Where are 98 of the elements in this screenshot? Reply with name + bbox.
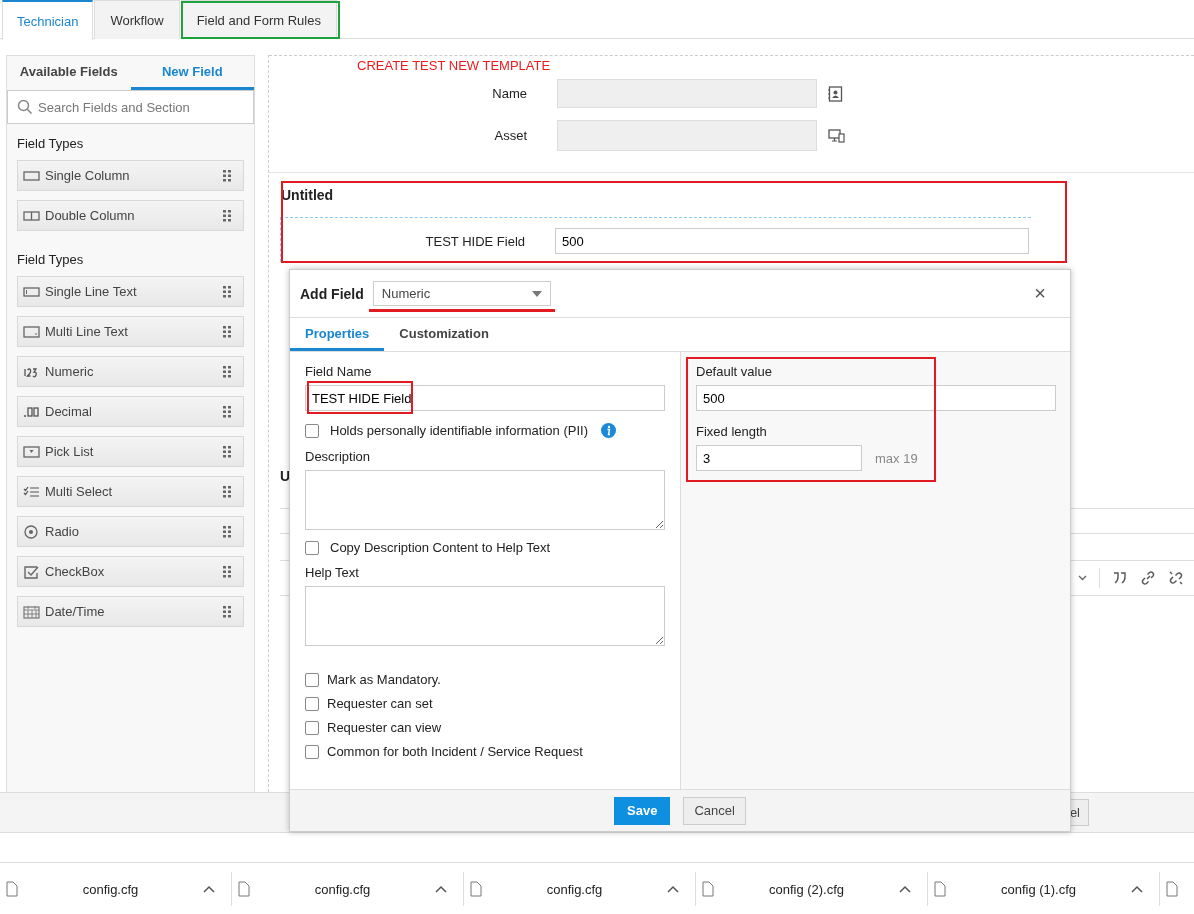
checkbox-label: Requester can set <box>327 696 433 711</box>
drag-handle-icon[interactable] <box>223 605 231 618</box>
drag-handle-icon[interactable] <box>223 365 231 378</box>
search-icon <box>17 99 33 115</box>
drag-handle-icon[interactable] <box>223 325 231 338</box>
file-icon <box>934 881 946 897</box>
checkbox-label: Requester can view <box>327 720 442 735</box>
unlink-icon[interactable] <box>1168 570 1184 586</box>
tab[interactable]: Workflow <box>94 0 180 39</box>
drag-handle-icon[interactable] <box>223 285 231 298</box>
dialog-tab[interactable]: Properties <box>290 318 385 351</box>
field-label: Help Text <box>305 565 360 580</box>
file-icon <box>238 881 250 897</box>
field-label: Name <box>491 86 527 101</box>
field-type-item[interactable]: Radio <box>17 516 244 547</box>
download-item[interactable]: config (2).cfg <box>696 872 928 906</box>
checkbox-label: Mark as Mandatory. <box>327 672 441 687</box>
field-label: Asset <box>493 128 527 143</box>
field-name-input[interactable]: TEST HIDE Field <box>305 385 665 411</box>
group-heading: Field Types <box>17 135 85 153</box>
contact-card-icon[interactable] <box>828 85 843 102</box>
monitor-icon[interactable] <box>828 128 845 143</box>
chevron-up-icon[interactable] <box>667 885 679 893</box>
chevron-up-icon[interactable] <box>203 885 215 893</box>
multiselect-icon <box>23 484 41 499</box>
checkbox-label: Common for both Incident / Service Request <box>327 744 583 759</box>
download-item[interactable]: config (1).cfg <box>928 872 1160 906</box>
checkbox[interactable] <box>305 423 319 438</box>
dropdown-arrow-icon <box>531 290 542 297</box>
search-field[interactable]: Search Fields and Section <box>7 90 254 124</box>
info-icon[interactable] <box>600 423 616 438</box>
field-type-item[interactable]: Multi Select <box>17 476 244 507</box>
input-field[interactable]: 500 <box>555 228 1029 254</box>
field-label: Description <box>305 449 372 464</box>
field-type-item[interactable]: Single Line Text <box>17 276 244 307</box>
field-type-item[interactable]: Double Column <box>17 200 244 231</box>
file-icon <box>6 881 18 897</box>
singleline-icon <box>23 284 41 299</box>
field-type-item[interactable]: Numeric <box>17 356 244 387</box>
doublecol-icon <box>23 208 41 223</box>
checkbox-icon <box>23 564 41 579</box>
checkbox-label: Holds personally identifiable information (PII) <box>330 423 588 438</box>
checkbox-label: Copy Description Content to Help Text <box>330 540 551 555</box>
chevron-up-icon[interactable] <box>435 885 447 893</box>
field-type-item[interactable]: Single Column <box>17 160 244 191</box>
default-value-input[interactable]: 500 <box>696 385 1056 411</box>
checkbox[interactable] <box>305 744 319 759</box>
section-title: Untitled <box>280 187 335 205</box>
quote-icon[interactable] <box>1112 571 1128 585</box>
input-field[interactable] <box>557 120 817 151</box>
checkbox[interactable] <box>305 672 319 687</box>
group-heading: Field Types <box>17 251 85 269</box>
drag-handle-icon[interactable] <box>223 405 231 418</box>
field-type-item[interactable]: Multi Line Text <box>17 316 244 347</box>
download-item[interactable]: config.cfg <box>232 872 464 906</box>
field-label: Fixed length <box>696 424 768 439</box>
chevron-up-icon[interactable] <box>1131 885 1143 893</box>
dialog-title: Add Field <box>300 285 364 302</box>
link-icon[interactable] <box>1140 570 1156 586</box>
checkbox[interactable] <box>305 696 319 711</box>
dialog-tab[interactable]: Customization <box>384 318 504 351</box>
multiline-icon <box>23 324 41 339</box>
tab[interactable]: Technician <box>2 0 94 40</box>
download-item[interactable]: config.cfg <box>0 872 232 906</box>
field-type-dropdown[interactable]: Numeric <box>372 281 551 306</box>
template-title: CREATE TEST NEW TEMPLATE <box>357 58 552 73</box>
drag-handle-icon[interactable] <box>223 209 231 222</box>
singlecol-icon <box>23 168 41 183</box>
caret-icon[interactable] <box>1078 575 1087 581</box>
field-type-item[interactable]: CheckBox <box>17 556 244 587</box>
field-type-item[interactable]: Decimal <box>17 396 244 427</box>
input-field[interactable] <box>557 79 817 108</box>
file-icon <box>702 881 714 897</box>
checkbox[interactable] <box>305 720 319 735</box>
fixed-length-input[interactable]: 3 <box>696 445 862 471</box>
file-icon <box>1166 881 1178 897</box>
field-label: TEST HIDE Field <box>424 233 525 249</box>
field-label: Field Name <box>305 364 373 379</box>
field-type-item[interactable]: Date/Time <box>17 596 244 627</box>
picklist-icon <box>23 444 41 459</box>
radio-icon <box>23 524 41 539</box>
checkbox[interactable] <box>305 540 319 555</box>
drag-handle-icon[interactable] <box>223 525 231 538</box>
drag-handle-icon[interactable] <box>223 485 231 498</box>
download-item[interactable]: config.cfg <box>464 872 696 906</box>
cancel-button[interactable]: Cancel <box>683 796 746 825</box>
drag-handle-icon[interactable] <box>223 445 231 458</box>
drag-handle-icon[interactable] <box>223 169 231 182</box>
datetime-icon <box>23 604 41 619</box>
chevron-up-icon[interactable] <box>899 885 911 893</box>
field-type-item[interactable]: Pick List <box>17 436 244 467</box>
close-button[interactable]: × <box>1020 282 1060 305</box>
drag-handle-icon[interactable] <box>223 565 231 578</box>
max-length-hint: max 19 <box>875 450 918 466</box>
decimal-icon <box>23 404 41 419</box>
file-icon <box>470 881 482 897</box>
field-label: Default value <box>696 364 773 379</box>
section-title: U <box>280 468 292 484</box>
